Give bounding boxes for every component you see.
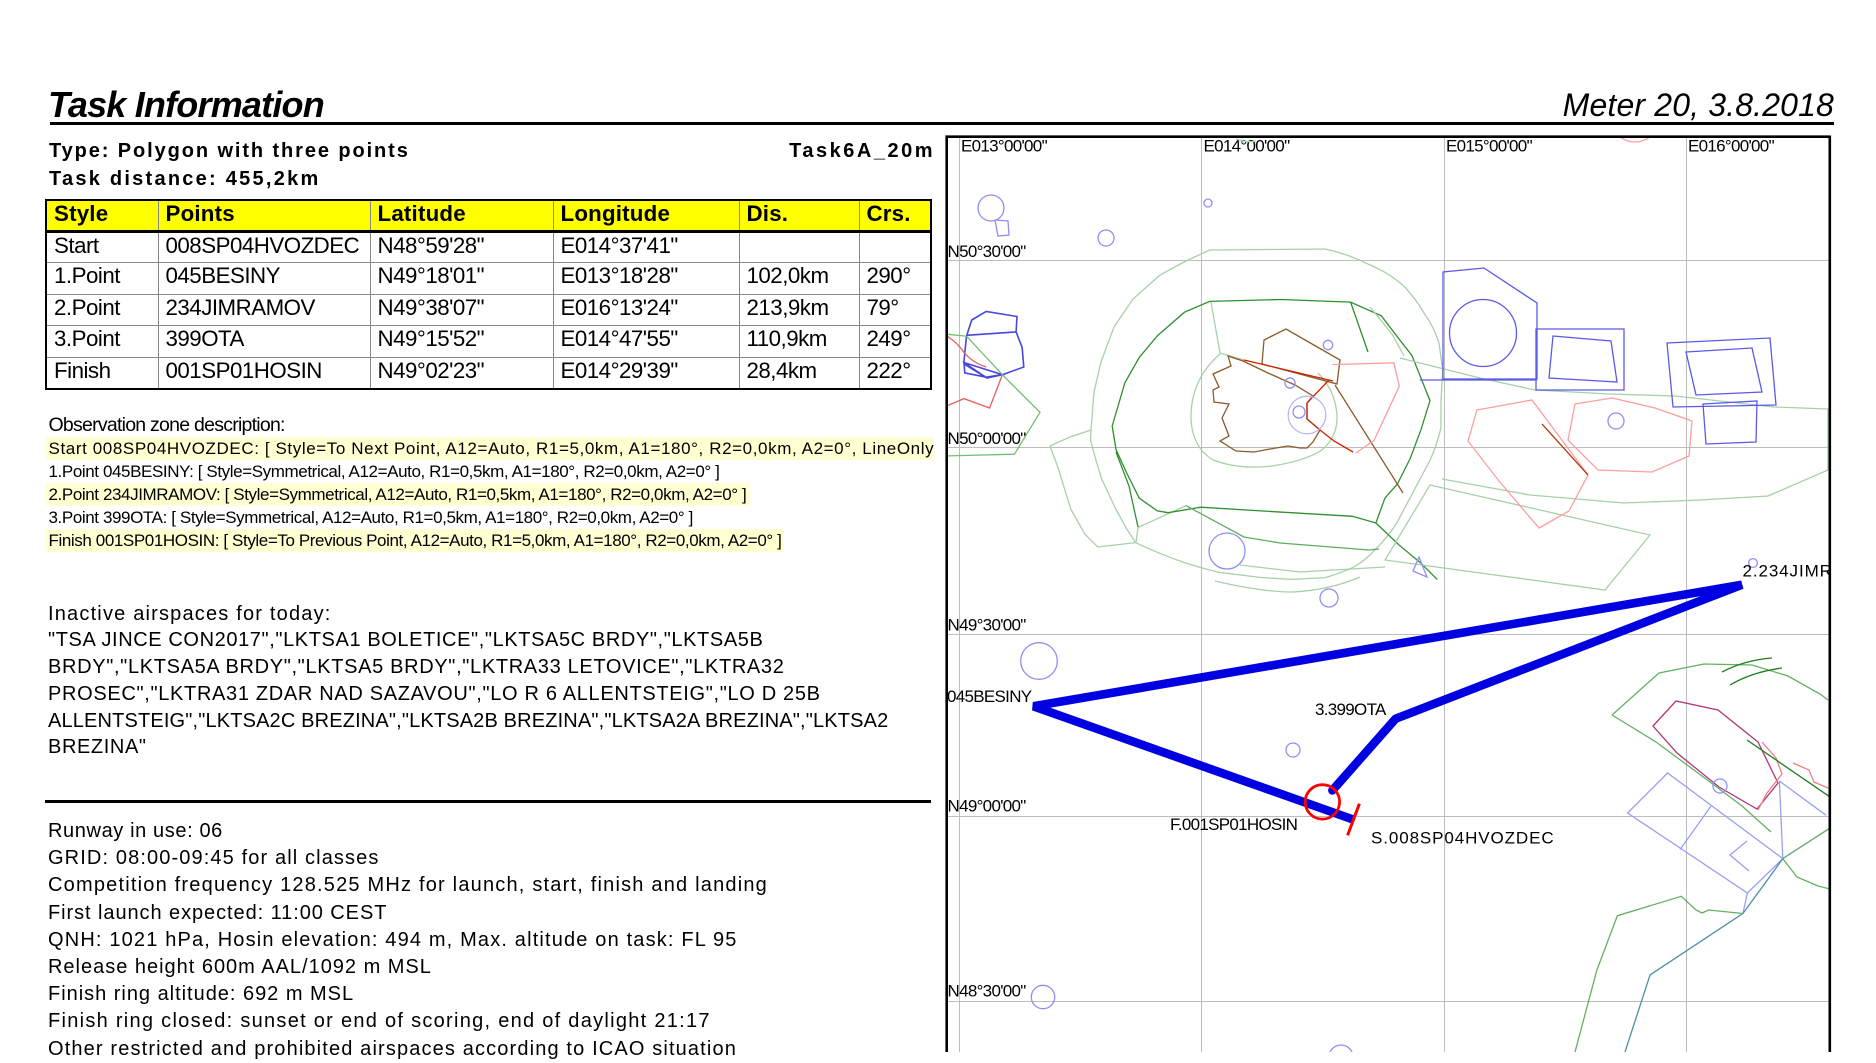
svg-text:N48°30'00": N48°30'00" (948, 982, 1027, 1001)
svg-text:E015°00'00": E015°00'00" (1446, 137, 1533, 156)
svg-text:S.008SP04HVOZDEC: S.008SP04HVOZDEC (1371, 829, 1555, 848)
svg-text:F.001SP01HOSIN: F.001SP01HOSIN (1170, 815, 1297, 834)
svg-text:N50°00'00": N50°00'00" (948, 429, 1027, 448)
svg-text:E013°00'00": E013°00'00" (961, 137, 1048, 156)
svg-text:E016°00'00": E016°00'00" (1688, 137, 1775, 156)
svg-text:045BESINY: 045BESINY (947, 687, 1032, 706)
svg-text:N50°30'00": N50°30'00" (948, 242, 1027, 261)
svg-text:N49°30'00": N49°30'00" (948, 616, 1027, 635)
svg-text:3.399OTA: 3.399OTA (1315, 700, 1387, 719)
svg-text:N49°00'00": N49°00'00" (948, 797, 1027, 816)
svg-text:E014°00'00": E014°00'00" (1204, 137, 1291, 156)
svg-text:2.234JIMRAMOV: 2.234JIMRAMOV (1743, 562, 1876, 581)
